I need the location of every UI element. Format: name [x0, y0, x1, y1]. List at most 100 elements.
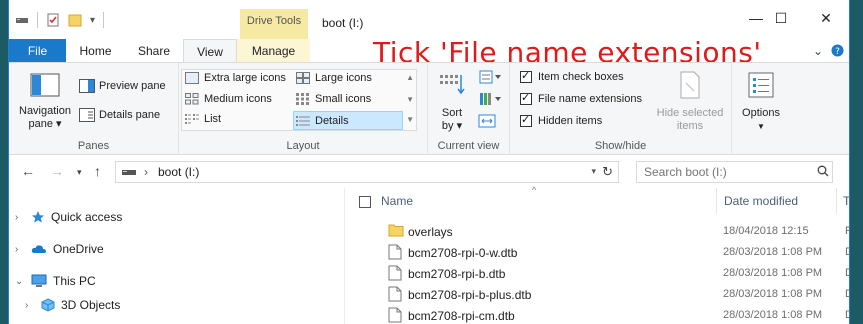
add-columns-button[interactable] [478, 91, 502, 110]
layout-expand-icon[interactable]: ▼ [406, 115, 414, 124]
hidden-items-toggle[interactable]: Hidden items [520, 113, 603, 127]
file-name: bcm2708-rpi-b-plus.dtb [408, 288, 532, 302]
file-name-extensions-checkbox[interactable] [520, 91, 532, 105]
sort-by-icon [440, 75, 465, 95]
file-name: bcm2708-rpi-cm.dtb [408, 309, 515, 323]
medium-icons-icon [185, 93, 199, 105]
options-icon [748, 72, 774, 98]
tab-manage[interactable]: Manage [237, 39, 310, 63]
size-columns-button[interactable] [478, 113, 496, 132]
properties-icon[interactable] [46, 13, 60, 27]
file-icon [388, 244, 402, 260]
column-header-name[interactable]: Name [381, 194, 413, 214]
select-all-checkbox[interactable] [359, 196, 371, 211]
file-name-extensions-label: File name extensions [538, 93, 642, 105]
close-button[interactable]: ✕ [806, 10, 846, 27]
layout-item-label: Small icons [315, 93, 372, 105]
file-icon [388, 307, 402, 323]
collapse-ribbon-icon[interactable]: ⌄ [813, 44, 823, 58]
hide-selected-icon [680, 71, 700, 99]
new-folder-icon[interactable] [68, 13, 82, 27]
back-arrow-icon[interactable]: ← [21, 163, 35, 179]
navigation-pane-button[interactable]: Navigation pane ▾ [15, 73, 75, 131]
item-check-boxes-toggle[interactable]: Item check boxes [520, 69, 624, 83]
sort-by-button[interactable]: Sort by ▾ [434, 73, 470, 133]
up-arrow-icon[interactable]: ↑ [94, 163, 101, 179]
title-bar: ▾ Drive Tools boot (I:) — ☐ ✕ [9, 0, 849, 39]
expand-chevron-icon[interactable]: › [15, 244, 25, 255]
layout-medium-icons[interactable]: Medium icons [185, 93, 272, 105]
expand-chevron-icon[interactable]: › [15, 212, 25, 223]
layout-scroll-up-icon[interactable]: ▲ [406, 73, 414, 82]
file-name: bcm2708-rpi-0-w.dtb [408, 246, 518, 260]
drive-icon[interactable] [15, 13, 29, 27]
options-button[interactable]: Options ▼ [736, 71, 786, 133]
forward-arrow-icon[interactable]: → [50, 163, 64, 179]
layout-large-icons[interactable]: Large icons [296, 72, 372, 84]
layout-item-label: Details [315, 114, 349, 127]
nav-item-this-pc[interactable]: ⌄ This PC [15, 274, 96, 288]
layout-gallery: Extra large icons Large icons Medium ico… [181, 69, 417, 131]
recent-locations-chevron-icon[interactable]: ▾ [77, 167, 82, 178]
file-date: 28/03/2018 1:08 PM [723, 288, 823, 300]
sort-by-label-2: by ▾ [441, 120, 463, 132]
layout-list[interactable]: List [185, 113, 221, 125]
toolbar-divider [103, 12, 105, 28]
file-name-extensions-toggle[interactable]: File name extensions [520, 91, 642, 105]
hide-selected-items-button[interactable]: Hide selected items [652, 71, 728, 133]
small-icons-icon [296, 93, 309, 105]
search-input[interactable] [636, 161, 833, 183]
file-row[interactable]: bcm2708-rpi-b.dtb 28/03/2018 1:08 PM D [346, 263, 849, 284]
preview-pane-button[interactable]: Preview pane [79, 79, 166, 93]
details-pane-icon [79, 108, 95, 122]
layout-extra-large-icons[interactable]: Extra large icons [185, 72, 286, 84]
details-pane-button[interactable]: Details pane [79, 108, 160, 122]
column-divider[interactable] [716, 188, 717, 214]
file-date: 18/04/2018 12:15 [723, 225, 809, 237]
column-divider[interactable] [836, 188, 837, 214]
breadcrumb-path[interactable]: boot (I:) [158, 165, 199, 179]
refresh-icon[interactable]: ↻ [602, 164, 613, 180]
collapse-chevron-icon[interactable]: ⌄ [15, 276, 25, 287]
file-name: overlays [408, 225, 453, 239]
preview-pane-icon [79, 79, 95, 93]
tab-view[interactable]: View [183, 39, 237, 63]
tab-home[interactable]: Home [66, 39, 125, 63]
customize-toolbar-icon[interactable]: ▾ [90, 15, 95, 26]
file-type: F [845, 225, 849, 237]
expand-chevron-icon[interactable]: › [25, 300, 35, 311]
select-all-box[interactable] [359, 196, 371, 208]
layout-details[interactable]: Details [293, 111, 403, 130]
show-hide-group-label: Show/hide [594, 140, 647, 152]
address-dropdown-icon[interactable]: ▾ [591, 166, 596, 177]
layout-item-label: Extra large icons [204, 72, 286, 84]
file-row[interactable]: bcm2708-rpi-cm.dtb 28/03/2018 1:08 PM D [346, 305, 849, 324]
hidden-items-label: Hidden items [538, 115, 603, 127]
help-icon[interactable]: ? [831, 44, 844, 60]
column-header-date-modified[interactable]: Date modified [724, 194, 798, 214]
file-row[interactable]: bcm2708-rpi-b-plus.dtb 28/03/2018 1:08 P… [346, 284, 849, 305]
file-row[interactable]: overlays 18/04/2018 12:15 F [346, 221, 849, 242]
nav-item-label: OneDrive [53, 242, 104, 256]
tab-file[interactable]: File [9, 39, 66, 63]
group-by-button[interactable] [478, 69, 502, 88]
nav-item-onedrive[interactable]: › OneDrive [15, 242, 104, 256]
file-row[interactable]: bcm2708-rpi-0-w.dtb 28/03/2018 1:08 PM D [346, 242, 849, 263]
tab-share[interactable]: Share [125, 39, 183, 63]
options-group: Options ▼ [732, 63, 790, 155]
nav-item-label: Quick access [51, 210, 123, 224]
hidden-items-checkbox[interactable] [520, 113, 532, 127]
panes-group: Navigation pane ▾ Preview pane Details p… [9, 63, 179, 155]
file-type: D [845, 288, 849, 300]
item-check-boxes-label: Item check boxes [538, 71, 624, 83]
drive-tools-header: Drive Tools [240, 9, 308, 39]
maximize-button[interactable]: ☐ [761, 10, 801, 27]
layout-scroll-down-icon[interactable]: ▼ [406, 95, 414, 104]
file-type: D [845, 267, 849, 279]
nav-item-quick-access[interactable]: › Quick access [15, 210, 122, 224]
item-check-boxes-checkbox[interactable] [520, 69, 532, 83]
address-bar[interactable]: › boot (I:) ▾ ↻ [115, 161, 619, 183]
column-header-type[interactable]: T [843, 194, 849, 214]
layout-small-icons[interactable]: Small icons [296, 93, 371, 105]
nav-item-3d-objects[interactable]: › 3D Objects [25, 298, 120, 312]
